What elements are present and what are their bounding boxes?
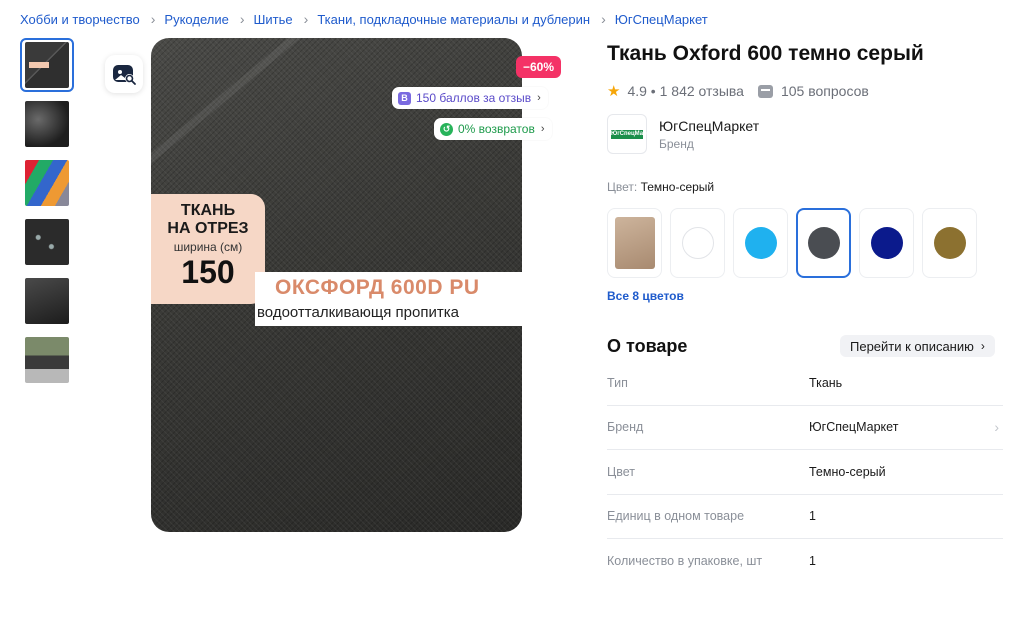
bonus-for-review-pill[interactable]: В 150 баллов за отзыв › xyxy=(392,87,548,109)
chevron-right-icon: › xyxy=(150,11,156,27)
swatch-dot xyxy=(807,227,840,259)
questions-icon xyxy=(757,84,773,98)
promo-width-label: ширина (см) xyxy=(173,240,243,254)
promo-line-1: ТКАНЬ xyxy=(180,202,236,219)
thumbnail-image xyxy=(25,101,69,147)
chevron-right-icon: › xyxy=(601,11,606,27)
banner-title: ОКСФОРД 600D PU xyxy=(275,276,480,299)
brand-caption: Бренд xyxy=(659,136,694,151)
returns-label: 0% возвратов xyxy=(458,122,535,136)
rating-row: ★ 4.9 • 1 842 отзыва 105 вопросов xyxy=(607,82,869,100)
color-swatch-olive[interactable] xyxy=(922,208,977,278)
dot-separator: • xyxy=(646,83,660,99)
spec-table: Тип Ткань Бренд ЮгСпецМаркет › Цвет Темн… xyxy=(607,361,1003,584)
promo-cut-panel: ТКАНЬ НА ОТРЕЗ ширина (см) 150 xyxy=(151,194,265,304)
image-banner: ОКСФОРД 600D PU водоотталкивающя пропитк… xyxy=(255,272,522,326)
color-selected-value: Темно-серый xyxy=(640,180,715,194)
swatch-photo xyxy=(614,217,655,269)
banner-subtitle: водоотталкивающя пропитка xyxy=(257,304,459,321)
color-swatch-dark-grey[interactable] xyxy=(796,208,851,278)
bonus-label: 150 баллов за отзыв xyxy=(416,91,532,105)
brand-card[interactable]: ЮгСпецМаркет ЮгСпецМаркет Бренд xyxy=(607,114,759,154)
spec-key: Тип xyxy=(607,375,628,390)
spec-row-brand[interactable]: Бренд ЮгСпецМаркет › xyxy=(607,406,1003,450)
spec-row: Тип Ткань xyxy=(607,361,1003,406)
spec-key: Количество в упаковке, шт xyxy=(607,554,763,569)
breadcrumb-item-hobby[interactable]: Хобби и творчество xyxy=(20,12,140,27)
breadcrumb: Хобби и творчество › Рукоделие › Шитье ›… xyxy=(20,11,708,27)
breadcrumb-item-needlework[interactable]: Рукоделие xyxy=(164,12,228,27)
chevron-right-icon: › xyxy=(980,339,985,353)
returns-icon: ↺ xyxy=(440,122,453,136)
color-label-key: Цвет: xyxy=(607,180,638,194)
fabric-fold xyxy=(151,38,522,196)
chevron-right-icon: › xyxy=(540,123,545,135)
breadcrumb-item-brand[interactable]: ЮгСпецМаркет xyxy=(615,12,708,27)
chevron-right-icon: › xyxy=(994,419,999,436)
brand-logo: ЮгСпецМаркет xyxy=(607,114,656,154)
reviews-link[interactable]: 1 842 отзыва xyxy=(660,83,744,99)
go-to-description-button[interactable]: Перейти к описанию › xyxy=(840,335,995,357)
color-swatches xyxy=(607,208,985,278)
thumbnail-image xyxy=(25,278,69,324)
go-to-description-label: Перейти к описанию xyxy=(850,338,974,354)
about-product-heading: О товаре xyxy=(607,336,688,356)
color-swatch-navy[interactable] xyxy=(859,208,914,278)
breadcrumb-item-fabrics[interactable]: Ткани, подкладочные материалы и дублерин xyxy=(317,12,590,27)
brand-name: ЮгСпецМаркет xyxy=(659,117,760,134)
product-title: Ткань Oxford 600 темно серый xyxy=(607,42,924,65)
star-icon: ★ xyxy=(607,83,621,100)
spec-value: Ткань xyxy=(809,375,843,390)
spec-key: Цвет xyxy=(607,464,636,479)
rating-value[interactable]: 4.9 xyxy=(627,83,646,99)
spec-value: ЮгСпецМаркет xyxy=(809,420,899,435)
thumbnail-4[interactable] xyxy=(20,215,74,269)
color-label: Цвет: Темно-серый xyxy=(607,180,714,194)
thumbnail-image xyxy=(25,42,69,88)
thumbnail-1[interactable] xyxy=(20,38,74,92)
chevron-right-icon: › xyxy=(239,11,245,27)
spec-row: Единиц в одном товаре 1 xyxy=(607,495,1003,539)
chevron-right-icon: › xyxy=(537,92,541,104)
swatch-dot xyxy=(933,227,966,259)
spec-key: Единиц в одном товаре xyxy=(607,509,745,524)
returns-pill[interactable]: ↺ 0% возвратов › xyxy=(434,118,552,140)
thumbnail-6[interactable] xyxy=(20,333,74,387)
all-colors-link[interactable]: Все 8 цветов xyxy=(607,289,684,303)
spec-row: Цвет Темно-серый xyxy=(607,450,1003,495)
thumbnail-2[interactable] xyxy=(20,97,74,151)
color-swatch-white[interactable] xyxy=(670,208,725,278)
color-swatch-light-blue[interactable] xyxy=(733,208,788,278)
questions-link[interactable]: 105 вопросов xyxy=(781,83,869,99)
spec-value: 1 xyxy=(809,554,816,569)
spec-row: Количество в упаковке, шт 1 xyxy=(607,539,1003,584)
swatch-dot xyxy=(681,227,714,259)
promo-width-value: 150 xyxy=(181,254,235,290)
spec-value: Темно-серый xyxy=(809,464,886,479)
image-search-icon xyxy=(113,65,136,85)
swatch-dot xyxy=(870,227,903,259)
bonus-icon: В xyxy=(398,91,411,105)
thumbnail-3[interactable] xyxy=(20,156,74,210)
discount-badge: −60% xyxy=(516,56,562,78)
thumbnail-image xyxy=(25,337,69,383)
thumbnail-list xyxy=(20,38,76,392)
color-swatch-beige[interactable] xyxy=(607,208,662,278)
swatch-dot xyxy=(744,227,777,259)
promo-line-2: НА ОТРЕЗ xyxy=(167,220,249,237)
search-by-photo-button[interactable] xyxy=(105,55,143,93)
brand-logo-mark: ЮгСпецМаркет xyxy=(611,129,656,139)
thumbnail-5[interactable] xyxy=(20,274,74,328)
main-product-image[interactable]: ТКАНЬ НА ОТРЕЗ ширина (см) 150 ОКСФОРД 6… xyxy=(151,38,522,532)
chevron-right-icon: › xyxy=(303,11,309,27)
spec-key: Бренд xyxy=(607,420,644,435)
thumbnail-image xyxy=(25,219,69,265)
breadcrumb-item-sewing[interactable]: Шитье xyxy=(254,12,293,27)
thumbnail-image xyxy=(25,160,69,206)
spec-value: 1 xyxy=(809,509,816,524)
